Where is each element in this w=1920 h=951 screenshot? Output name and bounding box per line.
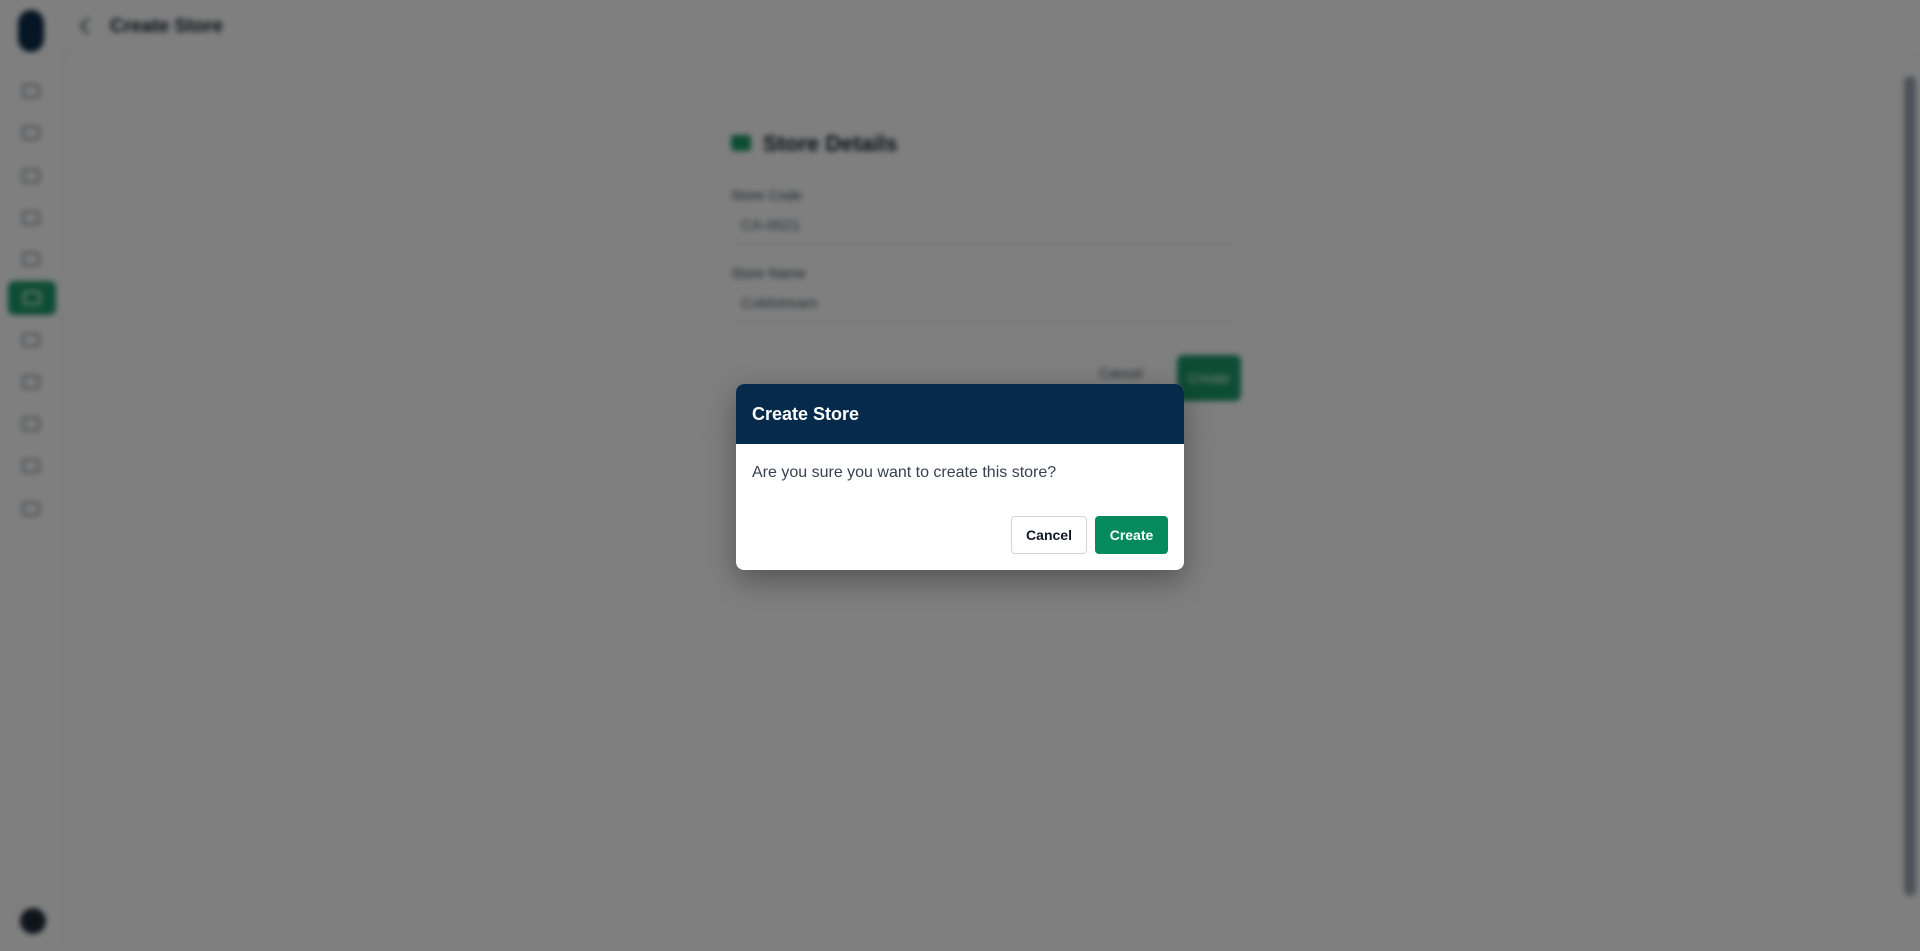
create-button[interactable]: Create — [1095, 516, 1168, 554]
create-store-dialog: Create Store Are you sure you want to cr… — [736, 384, 1184, 570]
dialog-actions: Cancel Create — [1011, 516, 1168, 554]
dialog-message: Are you sure you want to create this sto… — [752, 464, 1057, 481]
cancel-button[interactable]: Cancel — [1011, 516, 1087, 554]
dialog-header: Create Store — [736, 384, 1184, 444]
dialog-title: Create Store — [752, 403, 860, 424]
dialog-body: Are you sure you want to create this sto… — [736, 444, 1184, 482]
